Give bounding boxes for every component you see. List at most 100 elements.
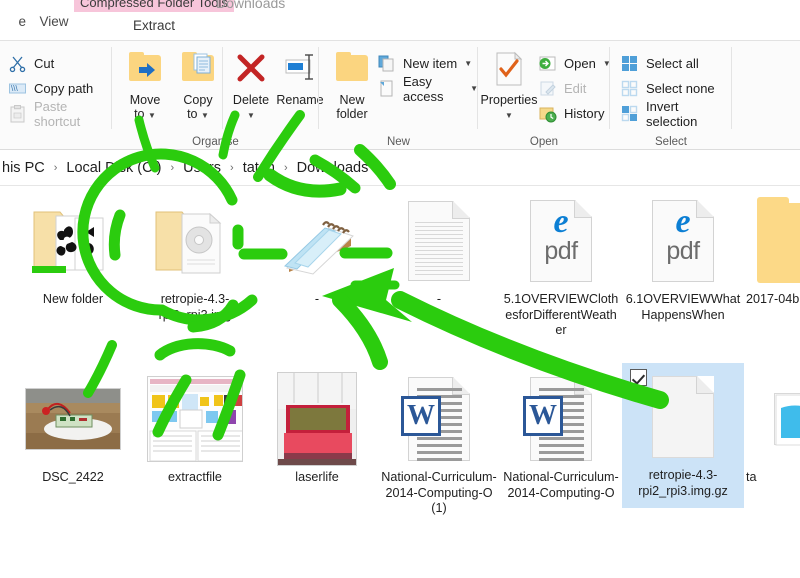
select-none-command[interactable]: Select none — [620, 76, 715, 101]
list-item-label: - — [258, 292, 376, 308]
copy-path-icon: \\\ — [8, 79, 27, 98]
select-none-icon — [620, 79, 639, 98]
page-fold-icon — [452, 202, 469, 219]
open-label: Open — [564, 56, 596, 71]
paste-shortcut-command: Paste shortcut — [8, 101, 112, 126]
list-item-label: retropie-4.3-rpi2_rpi3.img — [136, 292, 254, 323]
text-document-icon — [391, 193, 487, 289]
new-item-icon — [377, 54, 396, 73]
new-item-command[interactable]: New item ▼ — [377, 51, 472, 76]
open-command[interactable]: Open ▼ — [538, 51, 611, 76]
list-item[interactable]: W National-Curriculum-2014-Computing-O — [500, 365, 622, 535]
chevron-right-icon[interactable]: › — [170, 162, 174, 174]
folder-icon — [757, 193, 800, 289]
paste-shortcut-label: Paste shortcut — [34, 99, 112, 129]
history-command[interactable]: History — [538, 101, 604, 126]
breadcrumb[interactable]: his PC › Local Disk (C:) › Users › tatan… — [0, 150, 800, 186]
breadcrumb-item-local-disk[interactable]: Local Disk (C:) — [66, 160, 161, 176]
screenshot-thumbnail-icon — [147, 371, 243, 467]
list-item[interactable]: e pdf 6.1OVERVIEWWhatHappensWhen — [622, 187, 744, 357]
list-item-label: 6.1OVERVIEWWhatHappensWhen — [624, 292, 742, 323]
winrar-archive-icon — [757, 371, 800, 467]
paste-shortcut-icon — [8, 104, 27, 123]
disc-image-folder-icon — [147, 193, 243, 289]
chevron-right-icon[interactable]: › — [54, 162, 58, 174]
file-list[interactable]: New folder retropie-4.3-rpi2_rpi3.img — [0, 187, 800, 578]
list-item[interactable]: retropie-4.3-rpi2_rpi3.img — [134, 187, 256, 357]
new-folder-button[interactable]: New folder — [325, 47, 379, 143]
list-item-label: retropie-4.3-rpi2_rpi3.img.gz — [624, 468, 742, 499]
item-checkbox[interactable] — [630, 369, 647, 386]
list-item-label: laserlife — [258, 470, 376, 486]
edge-logo-icon: e — [531, 205, 591, 239]
ribbon-group-select: Select all Select none — [610, 41, 732, 151]
page-fold-icon — [574, 378, 591, 395]
page-fold-icon — [696, 201, 713, 218]
ribbon-group-clipboard: Cut \\\ Copy path Paste shortcut — [0, 41, 112, 151]
ribbon-group-organise: Move to ▼ Copy to ▼ — [112, 41, 319, 151]
ribbon-tab-strip: e View Compressed Folder Tools Extract D… — [0, 0, 800, 41]
list-item-label: 2017-04bian-jes — [746, 292, 800, 308]
list-item[interactable]: e pdf 5.1OVERVIEWClothesforDifferentWeat… — [500, 187, 622, 357]
breadcrumb-item-tatan[interactable]: tatan — [243, 160, 275, 176]
rename-icon — [280, 49, 320, 89]
breadcrumb-item-users[interactable]: Users — [183, 160, 221, 176]
list-item[interactable]: ta — [744, 365, 800, 535]
list-item-label: - — [380, 292, 498, 308]
contextual-tab-header: Compressed Folder Tools — [74, 0, 234, 12]
list-item-label: extractfile — [136, 470, 254, 486]
delete-icon — [231, 49, 271, 89]
list-item-label: DSC_2422 — [14, 470, 132, 486]
page-fold-icon — [452, 378, 469, 395]
copy-to-button[interactable]: Copy to ▼ — [171, 47, 225, 143]
easy-access-command[interactable]: Easy access ▼ — [377, 76, 478, 101]
list-item[interactable]: W National-Curriculum-2014-Computing-O (… — [378, 365, 500, 535]
properties-button[interactable]: Properties▼ — [482, 47, 536, 143]
edit-label: Edit — [564, 81, 586, 96]
list-item[interactable]: extractfile — [134, 365, 256, 535]
gzip-file-icon — [635, 369, 731, 465]
word-document-icon: W — [513, 371, 609, 467]
ribbon: Cut \\\ Copy path Paste shortcut — [0, 40, 800, 150]
new-folder-label: New folder — [322, 93, 382, 121]
chevron-right-icon[interactable]: › — [284, 162, 288, 174]
select-group-label: Select — [610, 136, 732, 148]
new-item-label: New item — [403, 56, 457, 71]
edge-logo-icon: e — [653, 205, 713, 239]
invert-selection-icon — [620, 104, 639, 123]
list-item[interactable]: - — [378, 187, 500, 357]
photo-thumbnail-icon — [25, 371, 121, 467]
cut-command[interactable]: Cut — [8, 51, 54, 76]
list-item[interactable]: laserlife — [256, 365, 378, 535]
cut-label: Cut — [34, 56, 54, 71]
list-item[interactable]: 2017-04bian-jes — [744, 187, 800, 357]
move-to-label: Move to ▼ — [115, 93, 175, 121]
pdf-label-icon: pdf — [531, 239, 591, 263]
easy-access-icon — [377, 79, 396, 98]
list-item-label: New folder — [14, 292, 132, 308]
breadcrumb-item-downloads[interactable]: Downloads — [297, 160, 369, 176]
word-logo-icon: W — [523, 396, 563, 436]
list-item[interactable]: New folder — [12, 187, 134, 357]
photo-thumbnail-icon — [269, 371, 365, 467]
select-all-command[interactable]: Select all — [620, 51, 699, 76]
list-item[interactable]: - — [256, 187, 378, 357]
word-document-icon: W — [391, 371, 487, 467]
copy-to-icon — [178, 49, 218, 89]
chevron-down-icon[interactable]: ▼ — [464, 60, 472, 68]
new-group-label: New — [319, 136, 478, 148]
select-all-label: Select all — [646, 56, 699, 71]
tab-extract[interactable]: Extract — [74, 12, 234, 38]
chevron-right-icon[interactable]: › — [230, 162, 234, 174]
copy-path-command[interactable]: \\\ Copy path — [8, 76, 93, 101]
breadcrumb-item-this-pc[interactable]: his PC — [2, 160, 45, 176]
list-item[interactable]: DSC_2422 — [12, 365, 134, 535]
svg-text:\\\: \\\ — [11, 84, 18, 93]
tab-share[interactable]: e — [0, 8, 26, 34]
page-fold-icon — [574, 201, 591, 218]
history-icon — [538, 104, 557, 123]
list-item[interactable]: retropie-4.3-rpi2_rpi3.img.gz — [622, 363, 744, 508]
invert-selection-command[interactable]: Invert selection — [620, 101, 732, 126]
invert-selection-label: Invert selection — [646, 99, 732, 129]
move-to-button[interactable]: Move to ▼ — [118, 47, 172, 143]
